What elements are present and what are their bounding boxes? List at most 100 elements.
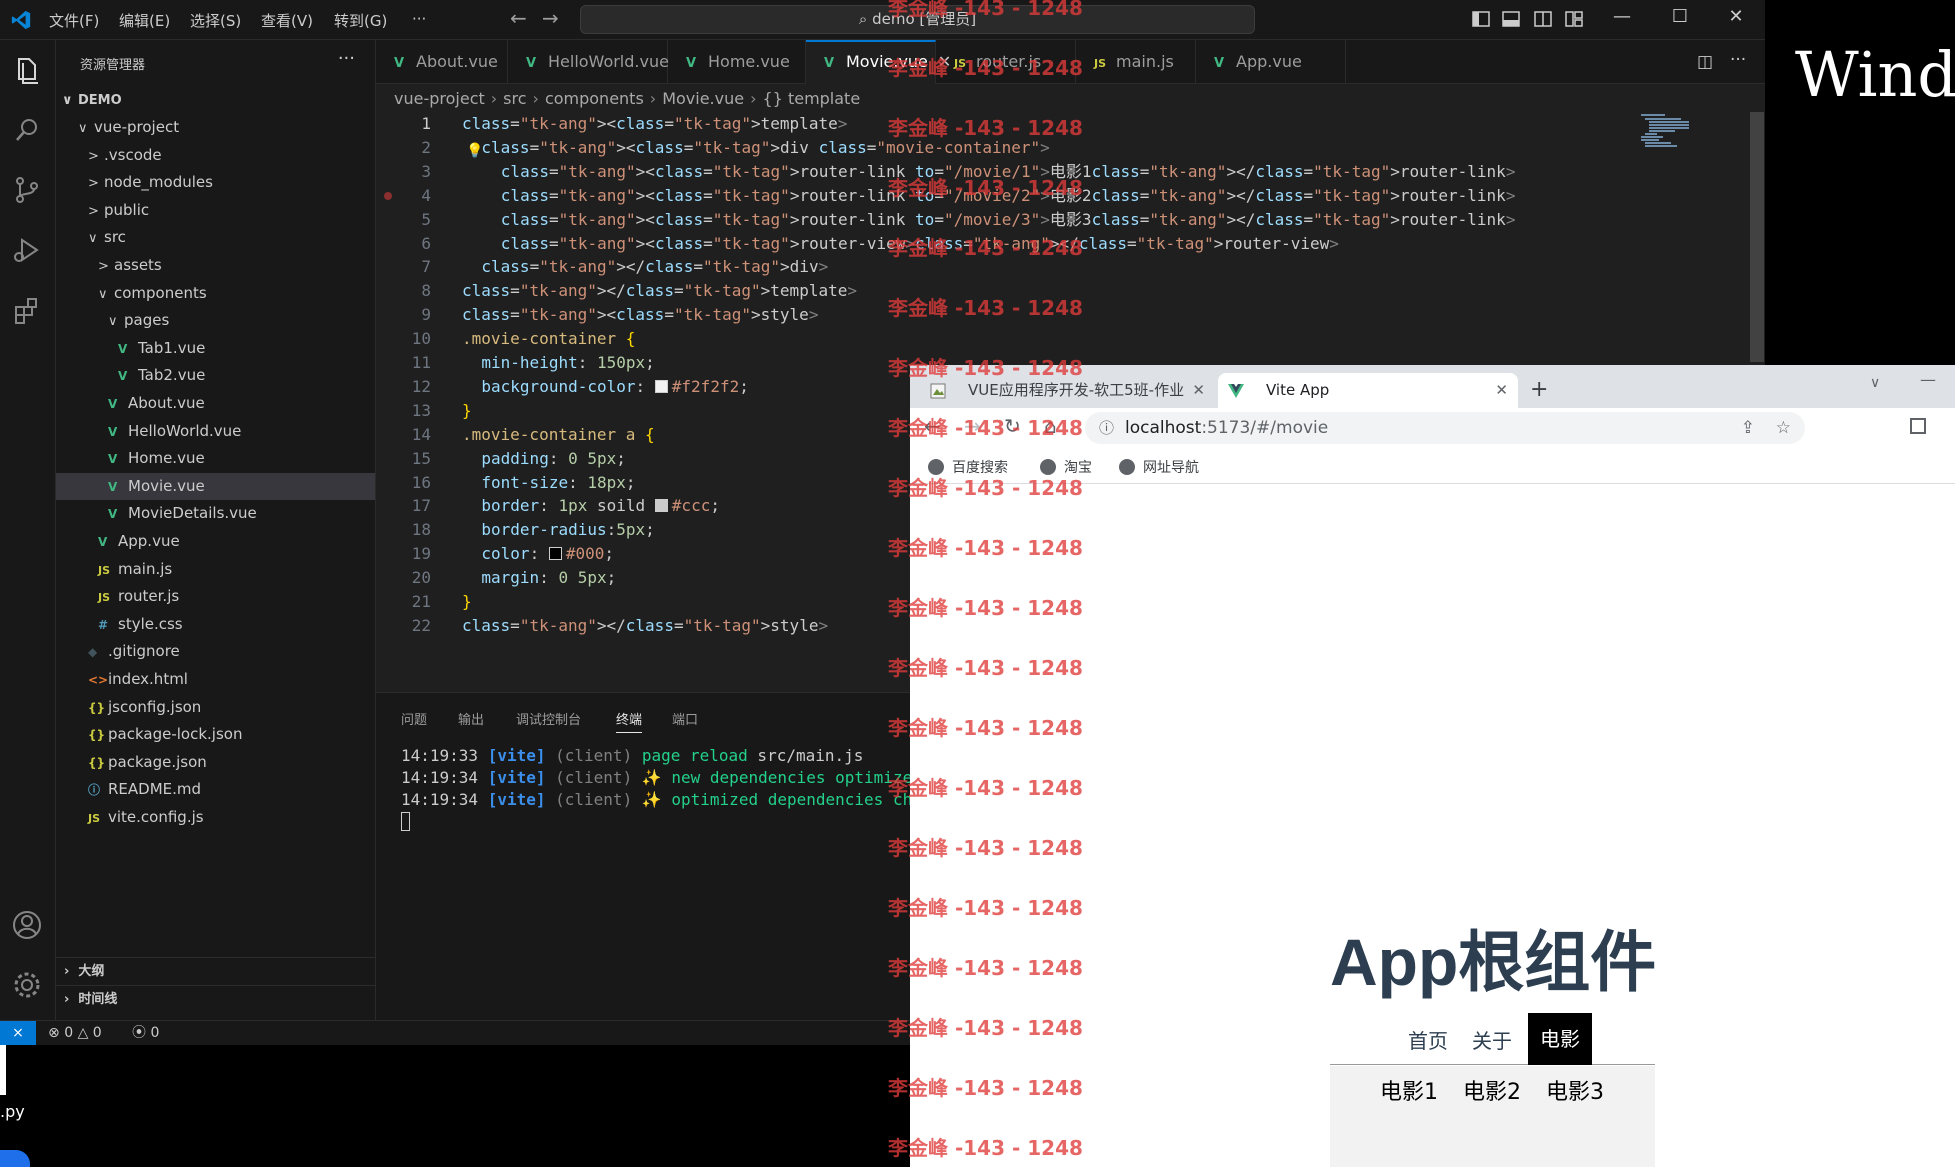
split-editor-icon[interactable]: ◫ [1697, 52, 1713, 72]
tree-file[interactable]: V HelloWorld.vue [56, 418, 375, 445]
tree-file[interactable]: V About.vue [56, 390, 375, 417]
back-arrow-icon[interactable]: ← [510, 6, 527, 30]
editor-scrollbar[interactable] [1750, 112, 1764, 362]
movie-link-3[interactable]: 电影3 [1546, 1074, 1604, 1106]
code-line[interactable]: 4 class="tk-ang"><class="tk-tag">router-l… [376, 184, 1515, 208]
tree-folder[interactable]: ∨ src [56, 224, 375, 251]
chrome-tab-vite-app[interactable]: Vite App ✕ [1218, 373, 1518, 408]
code-line[interactable]: 6 class="tk-ang"><class="tk-tag">router-v… [376, 232, 1339, 256]
reload-icon[interactable]: ↻ [1004, 414, 1021, 438]
terminal-cursor[interactable] [401, 811, 410, 833]
tree-file[interactable]: V Tab2.vue [56, 362, 375, 389]
outline-section[interactable]: › 大纲 [56, 957, 375, 984]
menu-goto[interactable]: 转到(G) [334, 10, 387, 31]
tree-file[interactable]: {} package-lock.json [56, 721, 375, 748]
tab-close-icon[interactable]: ✕ [1192, 373, 1205, 408]
manage-gear-icon[interactable] [10, 968, 44, 1002]
bookmark-baidu[interactable]: 百度搜索 [928, 457, 1008, 477]
tab-close-icon[interactable]: ✕ [1495, 373, 1508, 408]
tree-file[interactable]: ⓘ README.md [56, 776, 375, 803]
nav-link-about[interactable]: 关于 [1472, 1025, 1512, 1054]
color-swatch[interactable] [548, 547, 562, 561]
source-control-icon[interactable] [10, 173, 44, 207]
tree-file[interactable]: ◆ .gitignore [56, 638, 375, 665]
tree-folder[interactable]: > .vscode [56, 142, 375, 169]
share-icon[interactable]: ⇪ [1741, 412, 1755, 444]
command-center[interactable]: ⌕ demo [管理员] [580, 5, 1255, 34]
customize-layout-icon[interactable] [1563, 8, 1585, 30]
movie-link-2[interactable]: 电影2 [1463, 1074, 1521, 1106]
tree-file[interactable]: V Home.vue [56, 445, 375, 472]
bookmark-taobao[interactable]: 淘宝 [1040, 457, 1092, 477]
minimize-button[interactable]: — [1602, 6, 1642, 27]
code-line[interactable]: 2 class="tk-ang"><class="tk-tag">div clas… [376, 136, 1276, 160]
explorer-icon[interactable] [10, 53, 44, 87]
search-icon[interactable] [10, 113, 44, 147]
movie-link-1[interactable]: 电影1 [1380, 1074, 1438, 1106]
back-arrow-icon[interactable]: ← [924, 414, 941, 438]
tree-file[interactable]: V App.vue [56, 528, 375, 555]
tree-folder[interactable]: > public [56, 197, 375, 224]
code-line[interactable]: 5 class="tk-ang"><class="tk-tag">router-l… [376, 208, 1515, 232]
editor-more-icon[interactable]: ··· [1730, 50, 1746, 70]
home-icon[interactable]: ⌂ [1044, 414, 1057, 438]
tree-file[interactable]: V Movie.vue [56, 472, 375, 500]
code-line[interactable]: 8 class="tk-ang"></class="tk-tag">templat… [376, 279, 1276, 303]
code-line[interactable]: 3 class="tk-ang"><class="tk-tag">router-l… [376, 160, 1515, 184]
tree-file[interactable]: JS main.js [56, 556, 375, 583]
menu-selection[interactable]: 选择(S) [190, 10, 241, 31]
site-info-icon[interactable]: ⓘ [1099, 412, 1114, 444]
tree-folder[interactable]: > assets [56, 252, 375, 279]
editor-tab[interactable]: V About.vue [376, 40, 508, 84]
maximize-button[interactable]: ☐ [1660, 6, 1700, 27]
tree-folder[interactable]: ∨ pages [56, 307, 375, 334]
editor-tab[interactable]: V Home.vue [668, 40, 806, 84]
nav-link-home[interactable]: 首页 [1408, 1025, 1448, 1054]
breadcrumb-item[interactable]: components [545, 89, 644, 108]
tree-file[interactable]: V Tab1.vue [56, 335, 375, 362]
workspace-root[interactable]: ∨ DEMO [56, 87, 375, 114]
toggle-sidebar-icon[interactable] [1470, 8, 1492, 30]
tree-file[interactable]: <>index.html [56, 666, 375, 693]
side-panel-icon[interactable] [1910, 418, 1926, 434]
minimap[interactable] [1641, 112, 1701, 152]
color-swatch[interactable] [654, 499, 668, 513]
new-tab-plus-icon[interactable]: + [1530, 377, 1548, 402]
extensions-icon[interactable] [10, 293, 44, 327]
panel-tab-ports[interactable]: 端口 [672, 709, 698, 728]
ports-status[interactable]: ⦿ 0 [132, 1021, 159, 1045]
tree-file[interactable]: JS vite.config.js [56, 804, 375, 831]
menu-file[interactable]: 文件(F) [49, 10, 99, 31]
code-line[interactable]: 1 class="tk-ang"><class="tk-tag">template… [376, 112, 1276, 136]
toggle-secondary-sidebar-icon[interactable] [1532, 8, 1554, 30]
chrome-minimize-button[interactable]: — [1920, 370, 1936, 389]
panel-tab-debug-console[interactable]: 调试控制台 [516, 709, 581, 728]
timeline-section[interactable]: › 时间线 [56, 985, 375, 1012]
bookmark-star-icon[interactable]: ☆ [1776, 412, 1791, 444]
address-bar[interactable]: ⓘ localhost:5173/#/movie ⇪ ☆ [1085, 412, 1805, 444]
panel-tab-output[interactable]: 输出 [458, 709, 484, 728]
tree-file[interactable]: # style.css [56, 611, 375, 638]
panel-tab-problems[interactable]: 问题 [401, 709, 427, 728]
editor-tab[interactable]: JS main.js [1076, 40, 1196, 84]
tree-folder[interactable]: > node_modules [56, 169, 375, 196]
forward-arrow-icon[interactable]: → [542, 6, 559, 30]
breadcrumb-item[interactable]: {} template [763, 89, 861, 108]
tree-folder[interactable]: ∨ components [56, 280, 375, 307]
tab-search-chevron-icon[interactable]: ∨ [1870, 375, 1880, 391]
menu-edit[interactable]: 编辑(E) [119, 10, 170, 31]
menu-more[interactable]: ··· [412, 10, 426, 28]
close-button[interactable]: ✕ [1716, 6, 1756, 27]
tree-file[interactable]: JS router.js [56, 583, 375, 610]
code-line[interactable]: 10 .movie-container { [376, 327, 1276, 351]
nav-link-movie[interactable]: 电影 [1528, 1013, 1592, 1065]
tree-file[interactable]: V MovieDetails.vue [56, 500, 375, 527]
toggle-panel-icon[interactable] [1500, 8, 1522, 30]
breakpoint-icon[interactable] [384, 191, 392, 200]
code-line[interactable]: 7 class="tk-ang"></class="tk-tag">div> [376, 255, 1276, 279]
account-icon[interactable] [10, 908, 44, 942]
tree-file[interactable]: {} jsconfig.json [56, 694, 375, 721]
color-swatch[interactable] [654, 379, 668, 393]
breadcrumb-item[interactable]: vue-project [394, 89, 485, 108]
run-debug-icon[interactable] [10, 233, 44, 267]
